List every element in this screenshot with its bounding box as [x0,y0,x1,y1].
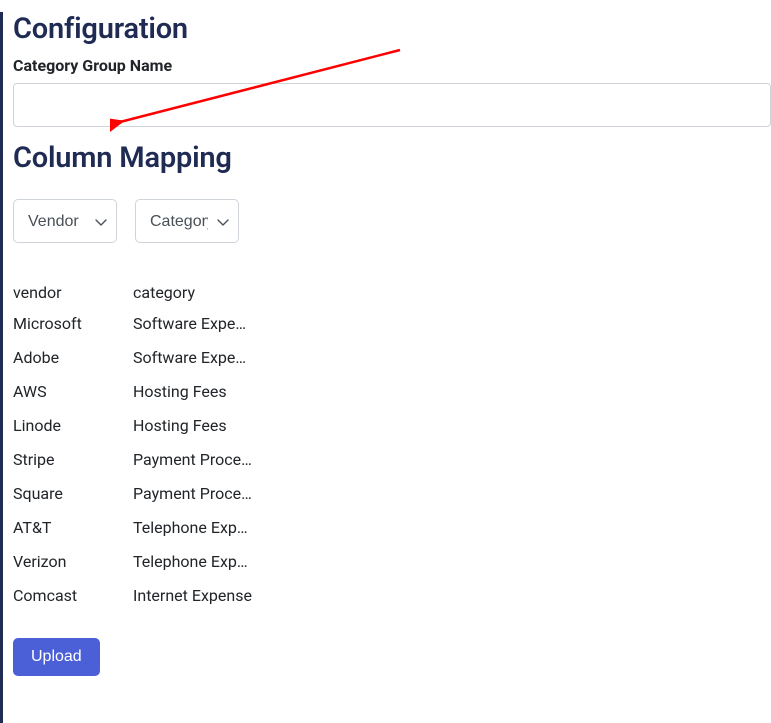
table-cell-vendor: Linode [13,414,133,438]
table-header-category: category [133,283,253,302]
table-cell-category: Payment Processing [133,448,253,472]
category-select[interactable]: Category [135,199,239,243]
table-cell-category: Hosting Fees [133,380,253,404]
category-group-input[interactable] [13,83,771,127]
column-mapping-heading: Column Mapping [13,141,771,175]
column-selects-row: Vendor Category [13,199,771,243]
table-cell-category: Telephone Expense [133,550,253,574]
table-cell-vendor: Adobe [13,346,133,370]
table-cell-vendor: AT&T [13,516,133,540]
table-cell-category: Payment Processing [133,482,253,506]
table-cell-category: Internet Expense [133,584,253,608]
table-cell-vendor: Verizon [13,550,133,574]
vendor-select[interactable]: Vendor [13,199,117,243]
mapping-table: vendor category Microsoft Software Expen… [13,283,771,608]
category-group-label: Category Group Name [13,56,771,75]
table-cell-category: Software Expense [133,346,253,370]
table-header-vendor: vendor [13,283,133,302]
table-cell-category: Hosting Fees [133,414,253,438]
table-cell-category: Telephone Expense [133,516,253,540]
table-cell-vendor: Stripe [13,448,133,472]
upload-button[interactable]: Upload [13,638,100,676]
table-cell-vendor: AWS [13,380,133,404]
configuration-heading: Configuration [13,12,771,46]
table-cell-category: Software Expense [133,312,253,336]
table-cell-vendor: Comcast [13,584,133,608]
table-cell-vendor: Microsoft [13,312,133,336]
table-cell-vendor: Square [13,482,133,506]
